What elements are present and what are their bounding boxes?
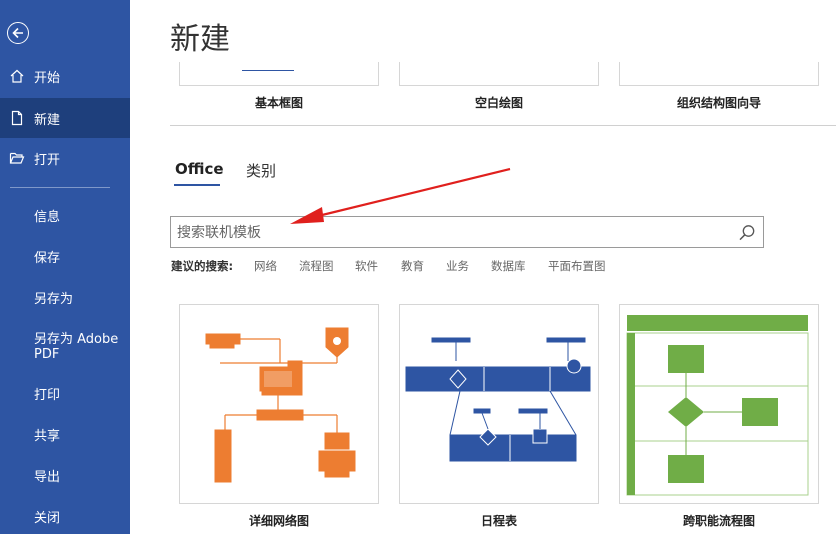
sidebar-item-print[interactable]: 打印 (0, 373, 130, 413)
sidebar-item-new[interactable]: 新建 (0, 98, 130, 138)
section-divider (170, 125, 836, 126)
cross-functional-flowchart-thumbnail (626, 315, 809, 496)
suggested-searches-label: 建议的搜索: (171, 259, 234, 273)
page-title: 新建 (170, 22, 230, 57)
suggestion-link[interactable]: 网络 (254, 258, 277, 274)
template-label[interactable]: 组织结构图向导 (619, 94, 819, 111)
sidebar-divider (10, 187, 110, 188)
suggestion-link[interactable]: 教育 (401, 258, 424, 274)
backstage-sidebar: 开始 新建 打开 信息 保存 另存为 另存为 Adobe PDF 打印 共享 导… (0, 0, 130, 534)
template-label[interactable]: 跨职能流程图 (619, 512, 819, 529)
search-input[interactable] (177, 222, 727, 244)
template-label[interactable]: 空白绘图 (399, 94, 599, 111)
sidebar-item-label: 另存为 Adobe PDF (34, 332, 119, 362)
sidebar-item-label: 打开 (34, 152, 61, 168)
home-icon (0, 68, 34, 84)
active-tab-indicator (174, 184, 220, 186)
main-panel: 新建 基本框图 空白绘图 组织结构图向导 Office 类别 建议的搜索: 网络… (130, 0, 836, 534)
suggestion-link[interactable]: 流程图 (299, 258, 334, 274)
template-thumbnail-timeline[interactable] (399, 304, 599, 504)
network-diagram-thumbnail (205, 327, 356, 483)
sidebar-item-close[interactable]: 关闭 (0, 496, 130, 534)
template-thumbnail-cross-functional[interactable] (619, 304, 819, 504)
sidebar-item-label: 开始 (34, 70, 61, 86)
tab-category[interactable]: 类别 (246, 160, 276, 181)
sidebar-item-label: 保存 (34, 250, 61, 266)
sidebar-item-label: 导出 (34, 469, 61, 485)
template-thumbnail-basic-diagram[interactable] (179, 62, 379, 86)
sidebar-item-home[interactable]: 开始 (0, 56, 130, 96)
sidebar-item-label: 新建 (34, 112, 61, 128)
sidebar-item-export[interactable]: 导出 (0, 455, 130, 495)
sidebar-item-save[interactable]: 保存 (0, 236, 130, 276)
sidebar-item-label: 信息 (34, 209, 61, 225)
tab-office[interactable]: Office (175, 160, 224, 178)
back-arrow-icon[interactable] (7, 22, 29, 44)
open-folder-icon (0, 150, 34, 166)
sidebar-item-label: 关闭 (34, 510, 61, 526)
suggestion-link[interactable]: 平面布置图 (548, 258, 606, 274)
sidebar-item-label: 共享 (34, 428, 61, 444)
template-thumbnail-org-chart-wizard[interactable] (619, 62, 819, 86)
sidebar-item-open[interactable]: 打开 (0, 138, 130, 178)
search-box (170, 216, 764, 248)
sidebar-item-share[interactable]: 共享 (0, 414, 130, 454)
template-thumbnail-detailed-network[interactable] (179, 304, 379, 504)
suggestion-link[interactable]: 数据库 (491, 258, 526, 274)
sidebar-item-save-as[interactable]: 另存为 (0, 277, 130, 317)
template-label[interactable]: 日程表 (399, 512, 599, 529)
template-label[interactable]: 基本框图 (179, 94, 379, 111)
suggestion-link[interactable]: 软件 (355, 258, 378, 274)
template-label[interactable]: 详细网络图 (179, 512, 379, 529)
timeline-thumbnail (405, 337, 591, 462)
sidebar-item-label: 打印 (34, 387, 61, 403)
search-icon[interactable] (737, 223, 757, 243)
sidebar-item-label: 另存为 (34, 291, 74, 307)
suggestion-link[interactable]: 业务 (446, 258, 469, 274)
template-thumbnail-blank-drawing[interactable] (399, 62, 599, 86)
new-document-icon (0, 110, 34, 126)
sidebar-item-save-as-pdf[interactable]: 另存为 Adobe PDF (0, 326, 120, 370)
sidebar-item-info[interactable]: 信息 (0, 195, 130, 235)
